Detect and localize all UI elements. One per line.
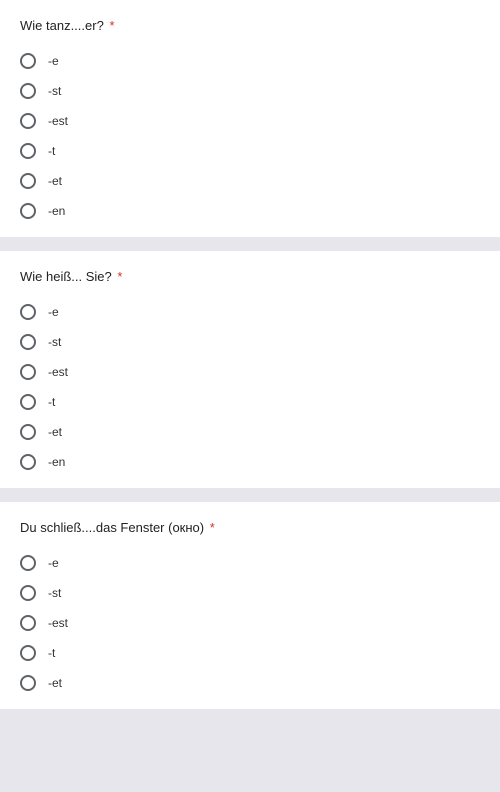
option-row[interactable]: -t bbox=[20, 645, 480, 661]
option-row[interactable]: -e bbox=[20, 304, 480, 320]
radio-icon bbox=[20, 675, 36, 691]
option-label: -t bbox=[48, 395, 55, 409]
radio-icon bbox=[20, 304, 36, 320]
option-row[interactable]: -st bbox=[20, 334, 480, 350]
option-row[interactable]: -e bbox=[20, 555, 480, 571]
question-card: Du schließ....das Fenster (окно) * -e -s… bbox=[0, 502, 500, 709]
option-label: -et bbox=[48, 676, 62, 690]
radio-icon bbox=[20, 645, 36, 661]
option-label: -st bbox=[48, 586, 61, 600]
question-title: Du schließ....das Fenster (окно) * bbox=[20, 520, 480, 535]
option-label: -e bbox=[48, 556, 59, 570]
option-label: -est bbox=[48, 365, 68, 379]
option-row[interactable]: -et bbox=[20, 675, 480, 691]
radio-icon bbox=[20, 555, 36, 571]
radio-icon bbox=[20, 394, 36, 410]
option-row[interactable]: -en bbox=[20, 454, 480, 470]
radio-icon bbox=[20, 334, 36, 350]
option-row[interactable]: -est bbox=[20, 364, 480, 380]
option-label: -en bbox=[48, 455, 65, 469]
option-row[interactable]: -t bbox=[20, 143, 480, 159]
required-asterisk: * bbox=[109, 18, 114, 33]
option-row[interactable]: -et bbox=[20, 424, 480, 440]
radio-icon bbox=[20, 615, 36, 631]
option-label: -e bbox=[48, 305, 59, 319]
radio-icon bbox=[20, 585, 36, 601]
option-row[interactable]: -t bbox=[20, 394, 480, 410]
option-row[interactable]: -est bbox=[20, 615, 480, 631]
option-label: -est bbox=[48, 114, 68, 128]
radio-icon bbox=[20, 424, 36, 440]
option-row[interactable]: -st bbox=[20, 83, 480, 99]
option-row[interactable]: -en bbox=[20, 203, 480, 219]
radio-icon bbox=[20, 364, 36, 380]
question-text: Du schließ....das Fenster (окно) bbox=[20, 520, 204, 535]
question-card: Wie tanz....er? * -e -st -est -t -et -en bbox=[0, 0, 500, 237]
option-label: -est bbox=[48, 616, 68, 630]
option-row[interactable]: -st bbox=[20, 585, 480, 601]
option-label: -t bbox=[48, 646, 55, 660]
option-label: -e bbox=[48, 54, 59, 68]
radio-icon bbox=[20, 83, 36, 99]
question-card: Wie heiß... Sie? * -e -st -est -t -et -e… bbox=[0, 251, 500, 488]
option-label: -et bbox=[48, 425, 62, 439]
required-asterisk: * bbox=[117, 269, 122, 284]
question-text: Wie tanz....er? bbox=[20, 18, 104, 33]
option-label: -en bbox=[48, 204, 65, 218]
question-title: Wie tanz....er? * bbox=[20, 18, 480, 33]
required-asterisk: * bbox=[210, 520, 215, 535]
radio-icon bbox=[20, 454, 36, 470]
option-label: -st bbox=[48, 84, 61, 98]
radio-icon bbox=[20, 173, 36, 189]
option-row[interactable]: -e bbox=[20, 53, 480, 69]
question-title: Wie heiß... Sie? * bbox=[20, 269, 480, 284]
option-label: -et bbox=[48, 174, 62, 188]
radio-icon bbox=[20, 203, 36, 219]
option-label: -st bbox=[48, 335, 61, 349]
option-row[interactable]: -et bbox=[20, 173, 480, 189]
option-label: -t bbox=[48, 144, 55, 158]
radio-icon bbox=[20, 143, 36, 159]
radio-icon bbox=[20, 113, 36, 129]
radio-icon bbox=[20, 53, 36, 69]
option-row[interactable]: -est bbox=[20, 113, 480, 129]
question-text: Wie heiß... Sie? bbox=[20, 269, 112, 284]
